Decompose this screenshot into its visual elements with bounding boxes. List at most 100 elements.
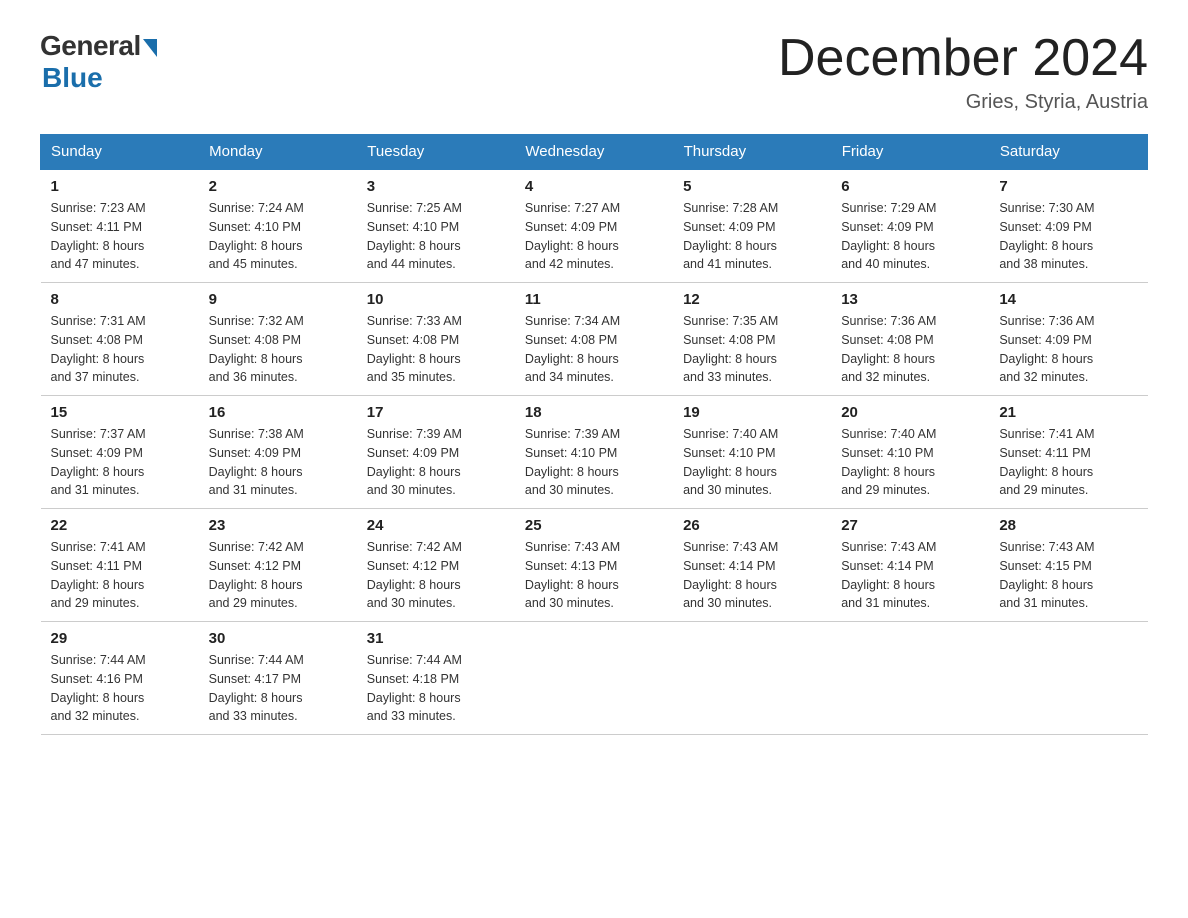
day-info: Sunrise: 7:38 AMSunset: 4:09 PMDaylight:… xyxy=(209,425,347,500)
day-info: Sunrise: 7:34 AMSunset: 4:08 PMDaylight:… xyxy=(525,312,663,387)
day-number: 14 xyxy=(999,291,1137,308)
day-info: Sunrise: 7:31 AMSunset: 4:08 PMDaylight:… xyxy=(51,312,189,387)
column-header-wednesday: Wednesday xyxy=(515,135,673,170)
day-cell: 12Sunrise: 7:35 AMSunset: 4:08 PMDayligh… xyxy=(673,283,831,396)
day-cell: 23Sunrise: 7:42 AMSunset: 4:12 PMDayligh… xyxy=(199,509,357,622)
day-info: Sunrise: 7:36 AMSunset: 4:08 PMDaylight:… xyxy=(841,312,979,387)
day-cell xyxy=(989,622,1147,735)
header-row: SundayMondayTuesdayWednesdayThursdayFrid… xyxy=(41,135,1148,170)
day-info: Sunrise: 7:41 AMSunset: 4:11 PMDaylight:… xyxy=(999,425,1137,500)
day-cell: 21 Sunrise: 7:41 AMSunset: 4:11 PMDayligh… xyxy=(989,396,1147,509)
day-info: Sunrise: 7:43 AMSunset: 4:13 PMDaylight:… xyxy=(525,538,663,613)
day-cell: 9 Sunrise: 7:32 AMSunset: 4:08 PMDaylight… xyxy=(199,283,357,396)
day-info: Sunrise: 7:44 AMSunset: 4:16 PMDaylight:… xyxy=(51,651,189,726)
day-info: Sunrise: 7:37 AMSunset: 4:09 PMDaylight:… xyxy=(51,425,189,500)
week-row-2: 8 Sunrise: 7:31 AMSunset: 4:08 PMDaylight… xyxy=(41,283,1148,396)
day-info: Sunrise: 7:36 AMSunset: 4:09 PMDaylight:… xyxy=(999,312,1137,387)
logo-general-text: General xyxy=(40,30,141,62)
logo: General Blue xyxy=(40,30,157,94)
day-number: 18 xyxy=(525,404,663,421)
day-cell: 19 Sunrise: 7:40 AMSunset: 4:10 PMDayligh… xyxy=(673,396,831,509)
day-cell: 20Sunrise: 7:40 AMSunset: 4:10 PMDayligh… xyxy=(831,396,989,509)
day-cell: 29Sunrise: 7:44 AMSunset: 4:16 PMDayligh… xyxy=(41,622,199,735)
day-info: Sunrise: 7:42 AMSunset: 4:12 PMDaylight:… xyxy=(367,538,505,613)
day-number: 2 xyxy=(209,178,347,195)
day-cell: 2 Sunrise: 7:24 AMSunset: 4:10 PMDaylight… xyxy=(199,169,357,283)
day-number: 31 xyxy=(367,630,505,647)
day-cell: 10Sunrise: 7:33 AMSunset: 4:08 PMDayligh… xyxy=(357,283,515,396)
day-number: 20 xyxy=(841,404,979,421)
day-cell: 28 Sunrise: 7:43 AMSunset: 4:15 PMDayligh… xyxy=(989,509,1147,622)
day-cell: 15Sunrise: 7:37 AMSunset: 4:09 PMDayligh… xyxy=(41,396,199,509)
column-header-saturday: Saturday xyxy=(989,135,1147,170)
day-cell: 16 Sunrise: 7:38 AMSunset: 4:09 PMDayligh… xyxy=(199,396,357,509)
logo-arrow-icon xyxy=(143,39,157,57)
day-cell: 6 Sunrise: 7:29 AMSunset: 4:09 PMDaylight… xyxy=(831,169,989,283)
column-header-sunday: Sunday xyxy=(41,135,199,170)
day-info: Sunrise: 7:43 AMSunset: 4:14 PMDaylight:… xyxy=(841,538,979,613)
day-info: Sunrise: 7:44 AMSunset: 4:17 PMDaylight:… xyxy=(209,651,347,726)
day-number: 22 xyxy=(51,517,189,534)
day-info: Sunrise: 7:41 AMSunset: 4:11 PMDaylight:… xyxy=(51,538,189,613)
week-row-4: 22 Sunrise: 7:41 AMSunset: 4:11 PMDayligh… xyxy=(41,509,1148,622)
day-info: Sunrise: 7:24 AMSunset: 4:10 PMDaylight:… xyxy=(209,199,347,274)
day-number: 7 xyxy=(999,178,1137,195)
column-header-friday: Friday xyxy=(831,135,989,170)
day-number: 16 xyxy=(209,404,347,421)
column-header-monday: Monday xyxy=(199,135,357,170)
day-number: 27 xyxy=(841,517,979,534)
day-info: Sunrise: 7:29 AMSunset: 4:09 PMDaylight:… xyxy=(841,199,979,274)
week-row-1: 1Sunrise: 7:23 AMSunset: 4:11 PMDaylight… xyxy=(41,169,1148,283)
day-info: Sunrise: 7:39 AMSunset: 4:09 PMDaylight:… xyxy=(367,425,505,500)
day-number: 30 xyxy=(209,630,347,647)
day-cell: 18 Sunrise: 7:39 AMSunset: 4:10 PMDayligh… xyxy=(515,396,673,509)
day-cell: 3Sunrise: 7:25 AMSunset: 4:10 PMDaylight… xyxy=(357,169,515,283)
day-number: 13 xyxy=(841,291,979,308)
day-info: Sunrise: 7:42 AMSunset: 4:12 PMDaylight:… xyxy=(209,538,347,613)
day-cell: 30 Sunrise: 7:44 AMSunset: 4:17 PMDayligh… xyxy=(199,622,357,735)
day-number: 4 xyxy=(525,178,663,195)
day-info: Sunrise: 7:44 AMSunset: 4:18 PMDaylight:… xyxy=(367,651,505,726)
week-row-5: 29Sunrise: 7:44 AMSunset: 4:16 PMDayligh… xyxy=(41,622,1148,735)
day-cell: 14 Sunrise: 7:36 AMSunset: 4:09 PMDayligh… xyxy=(989,283,1147,396)
day-info: Sunrise: 7:40 AMSunset: 4:10 PMDaylight:… xyxy=(683,425,821,500)
day-info: Sunrise: 7:32 AMSunset: 4:08 PMDaylight:… xyxy=(209,312,347,387)
day-cell: 25 Sunrise: 7:43 AMSunset: 4:13 PMDayligh… xyxy=(515,509,673,622)
day-cell: 1Sunrise: 7:23 AMSunset: 4:11 PMDaylight… xyxy=(41,169,199,283)
day-cell: 24Sunrise: 7:42 AMSunset: 4:12 PMDayligh… xyxy=(357,509,515,622)
day-info: Sunrise: 7:43 AMSunset: 4:15 PMDaylight:… xyxy=(999,538,1137,613)
day-cell: 4Sunrise: 7:27 AMSunset: 4:09 PMDaylight… xyxy=(515,169,673,283)
day-info: Sunrise: 7:28 AMSunset: 4:09 PMDaylight:… xyxy=(683,199,821,274)
calendar-header: SundayMondayTuesdayWednesdayThursdayFrid… xyxy=(41,135,1148,170)
day-info: Sunrise: 7:35 AMSunset: 4:08 PMDaylight:… xyxy=(683,312,821,387)
day-cell: 8 Sunrise: 7:31 AMSunset: 4:08 PMDaylight… xyxy=(41,283,199,396)
day-cell xyxy=(673,622,831,735)
day-info: Sunrise: 7:39 AMSunset: 4:10 PMDaylight:… xyxy=(525,425,663,500)
day-number: 8 xyxy=(51,291,189,308)
day-number: 25 xyxy=(525,517,663,534)
day-cell: 7Sunrise: 7:30 AMSunset: 4:09 PMDaylight… xyxy=(989,169,1147,283)
day-number: 11 xyxy=(525,291,663,308)
day-cell xyxy=(831,622,989,735)
day-cell: 17Sunrise: 7:39 AMSunset: 4:09 PMDayligh… xyxy=(357,396,515,509)
page-header: General Blue December 2024 Gries, Styria… xyxy=(40,30,1148,114)
day-cell xyxy=(515,622,673,735)
day-number: 5 xyxy=(683,178,821,195)
day-number: 6 xyxy=(841,178,979,195)
day-number: 9 xyxy=(209,291,347,308)
calendar-subtitle: Gries, Styria, Austria xyxy=(778,91,1148,114)
calendar-table: SundayMondayTuesdayWednesdayThursdayFrid… xyxy=(40,134,1148,735)
day-number: 19 xyxy=(683,404,821,421)
day-cell: 11 Sunrise: 7:34 AMSunset: 4:08 PMDayligh… xyxy=(515,283,673,396)
day-info: Sunrise: 7:43 AMSunset: 4:14 PMDaylight:… xyxy=(683,538,821,613)
calendar-title: December 2024 xyxy=(778,30,1148,87)
day-cell: 22 Sunrise: 7:41 AMSunset: 4:11 PMDayligh… xyxy=(41,509,199,622)
day-number: 21 xyxy=(999,404,1137,421)
title-section: December 2024 Gries, Styria, Austria xyxy=(778,30,1148,114)
day-number: 28 xyxy=(999,517,1137,534)
column-header-tuesday: Tuesday xyxy=(357,135,515,170)
day-number: 3 xyxy=(367,178,505,195)
day-info: Sunrise: 7:33 AMSunset: 4:08 PMDaylight:… xyxy=(367,312,505,387)
column-header-thursday: Thursday xyxy=(673,135,831,170)
day-number: 26 xyxy=(683,517,821,534)
